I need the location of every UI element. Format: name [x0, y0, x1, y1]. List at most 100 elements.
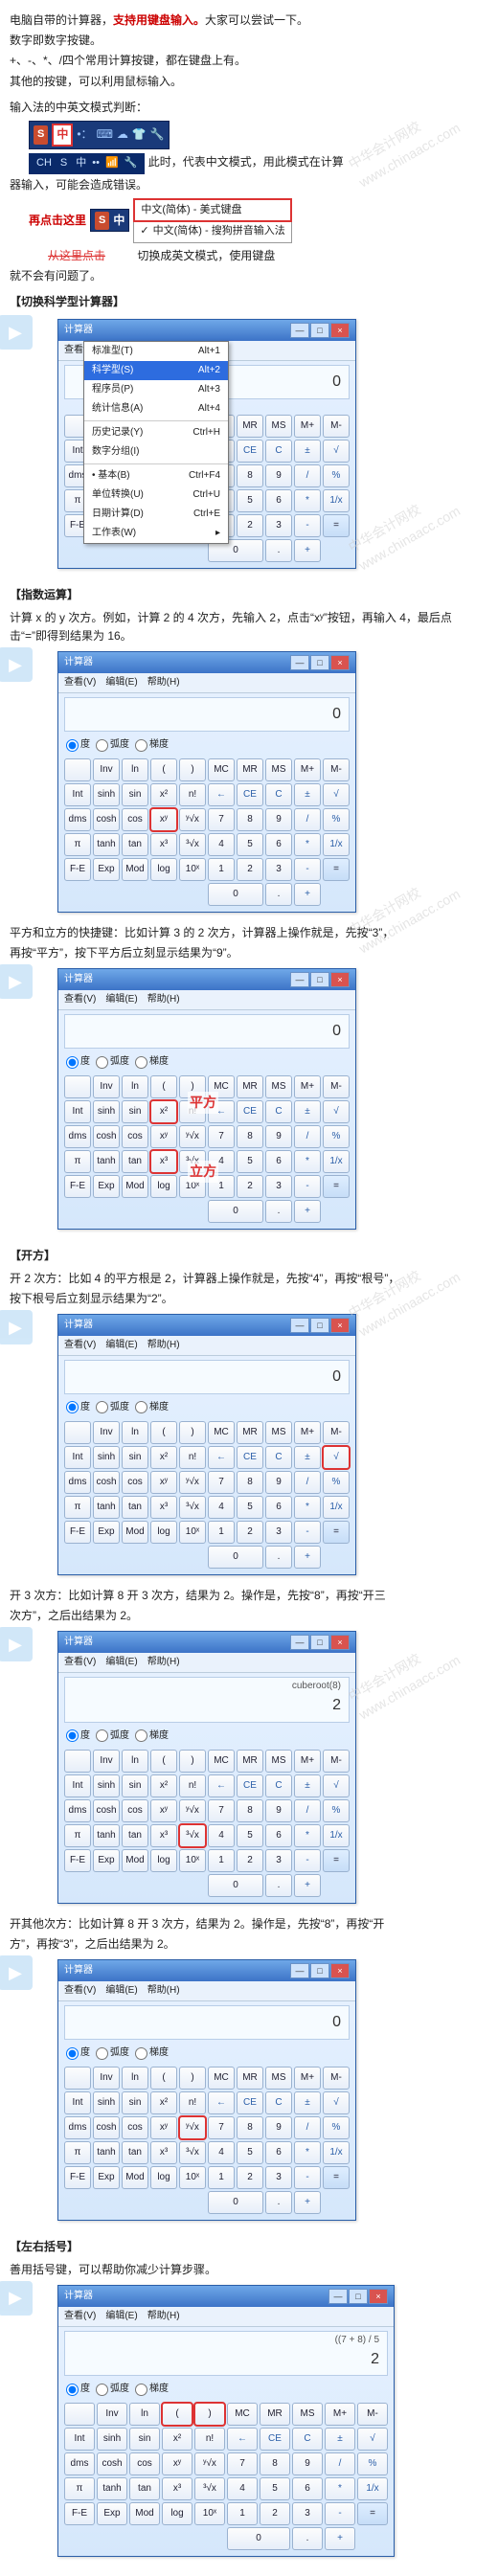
key-pct[interactable]: % — [323, 1471, 350, 1494]
key-7[interactable]: 7 — [208, 1799, 235, 1822]
key-add[interactable]: + — [294, 1200, 321, 1223]
key-ln[interactable]: ln — [122, 1421, 148, 1444]
key-bk[interactable]: ← — [208, 783, 235, 806]
key-Mp[interactable]: M+ — [294, 415, 321, 438]
key-8[interactable]: 8 — [237, 1471, 263, 1494]
key-x2[interactable]: x² — [150, 783, 177, 806]
key-MC[interactable]: MC — [227, 2403, 258, 2426]
key-tanh[interactable]: tanh — [93, 1496, 120, 1519]
key-MR[interactable]: MR — [237, 415, 263, 438]
key-inv[interactable]: 1/x — [323, 2141, 350, 2164]
key-sqrt[interactable]: √ — [323, 1100, 350, 1123]
key-tanh[interactable]: tanh — [93, 1824, 120, 1847]
key-FE[interactable]: F-E — [64, 1521, 91, 1544]
mode-grad-4[interactable]: 梯度 — [135, 1400, 169, 1415]
menu-help-2[interactable]: 帮助(H) — [147, 675, 180, 690]
key-x2[interactable]: x² — [150, 2091, 177, 2114]
key-eq[interactable]: = — [323, 514, 350, 537]
key-MS[interactable]: MS — [292, 2403, 323, 2426]
key-8[interactable]: 8 — [237, 1799, 263, 1822]
key-MS[interactable]: MS — [265, 2067, 292, 2090]
key-nf[interactable]: n! — [179, 783, 206, 806]
key-sub[interactable]: - — [294, 2166, 321, 2189]
vm-prog[interactable]: 程序员(P)Alt+3 — [84, 380, 228, 399]
key-cosh[interactable]: cosh — [93, 808, 120, 831]
key-5[interactable]: 5 — [237, 1824, 263, 1847]
menu-help-4[interactable]: 帮助(H) — [147, 1338, 180, 1353]
vm-basic[interactable]: • 基本(B)Ctrl+F4 — [84, 466, 228, 486]
key-ln[interactable]: ln — [122, 2067, 148, 2090]
max-button-5[interactable]: □ — [310, 1635, 329, 1650]
key-9[interactable]: 9 — [265, 1471, 292, 1494]
key-bk[interactable]: ← — [227, 2428, 258, 2451]
key-xy[interactable]: xʸ — [150, 2116, 177, 2139]
key-MS[interactable]: MS — [265, 758, 292, 781]
key-MR[interactable]: MR — [237, 1075, 263, 1098]
key-5[interactable]: 5 — [237, 1150, 263, 1173]
key-pi[interactable]: π — [64, 1150, 91, 1173]
key-sin[interactable]: sin — [129, 2428, 160, 2451]
menu-help-6[interactable]: 帮助(H) — [147, 1983, 180, 1999]
key-pi[interactable]: π — [64, 1824, 91, 1847]
key-lp[interactable]: ( — [150, 1421, 177, 1444]
key-cos[interactable]: cos — [122, 1125, 148, 1148]
key-6[interactable]: 6 — [265, 833, 292, 856]
key-sub[interactable]: - — [294, 1175, 321, 1198]
key-inv[interactable]: 1/x — [357, 2477, 388, 2500]
key-x3[interactable]: x³ — [162, 2477, 192, 2500]
vm-ws[interactable]: 工作表(W)▸ — [84, 524, 228, 543]
key-Exp[interactable]: Exp — [93, 1175, 120, 1198]
key-C[interactable]: C — [265, 1100, 292, 1123]
key-yx[interactable]: ʸ√x — [179, 2116, 206, 2139]
key-sinh[interactable]: sinh — [93, 1446, 120, 1469]
key-Mp[interactable]: M+ — [294, 1421, 321, 1444]
key-sqrt[interactable]: √ — [323, 440, 350, 463]
key-CE[interactable]: CE — [237, 440, 263, 463]
key-empty[interactable] — [64, 2067, 91, 2090]
key-Mod[interactable]: Mod — [122, 1175, 148, 1198]
key-rp[interactable]: ) — [179, 1750, 206, 1773]
key-sqrt[interactable]: √ — [323, 1774, 350, 1797]
key-pct[interactable]: % — [323, 808, 350, 831]
key-cosh[interactable]: cosh — [93, 1471, 120, 1494]
key-cosh[interactable]: cosh — [93, 1799, 120, 1822]
key-cosh[interactable]: cosh — [93, 2116, 120, 2139]
key-Mm[interactable]: M- — [323, 1750, 350, 1773]
key-mul[interactable]: * — [294, 1496, 321, 1519]
key-4[interactable]: 4 — [208, 1150, 235, 1173]
key-lp[interactable]: ( — [150, 1750, 177, 1773]
key-1[interactable]: 1 — [208, 1521, 235, 1544]
key-rp[interactable]: ) — [194, 2403, 225, 2426]
key-empty[interactable] — [64, 1421, 91, 1444]
close-button-6[interactable]: × — [330, 1963, 350, 1978]
key-ln[interactable]: ln — [122, 758, 148, 781]
key-CE[interactable]: CE — [237, 1774, 263, 1797]
menu-help-3[interactable]: 帮助(H) — [147, 992, 180, 1007]
lang-menu[interactable]: 中文(简体) - 美式键盘 ✓ 中文(简体) - 搜狗拼音输入法 — [133, 198, 291, 243]
key-2[interactable]: 2 — [237, 1175, 263, 1198]
min-button-7[interactable]: — — [328, 2289, 348, 2304]
vm-grp[interactable]: 数字分组(I) — [84, 442, 228, 462]
key-inv[interactable]: 1/x — [323, 1150, 350, 1173]
menu-view-6[interactable]: 查看(V) — [64, 1983, 96, 1999]
key-MC[interactable]: MC — [208, 1075, 235, 1098]
key-cbrt[interactable]: ³√x — [179, 1496, 206, 1519]
key-MS[interactable]: MS — [265, 1421, 292, 1444]
key-sin[interactable]: sin — [122, 2091, 148, 2114]
key-0[interactable]: 0 — [208, 1874, 263, 1897]
key-nf[interactable]: n! — [179, 2091, 206, 2114]
key-dms[interactable]: dms — [64, 1799, 91, 1822]
key-sqrt[interactable]: √ — [323, 2091, 350, 2114]
key-FE[interactable]: F-E — [64, 1849, 91, 1872]
vm-stat[interactable]: 统计信息(A)Alt+4 — [84, 399, 228, 418]
key-pct[interactable]: % — [323, 464, 350, 487]
key-yx[interactable]: ʸ√x — [179, 1125, 206, 1148]
key-Inv[interactable]: Inv — [93, 1750, 120, 1773]
key-eq[interactable]: = — [323, 1521, 350, 1544]
key-3[interactable]: 3 — [265, 514, 292, 537]
key-tan[interactable]: tan — [122, 2141, 148, 2164]
key-lp[interactable]: ( — [150, 1075, 177, 1098]
mode-deg-6[interactable]: 度 — [66, 2045, 90, 2061]
key-pm[interactable]: ± — [294, 2091, 321, 2114]
key-cos[interactable]: cos — [122, 2116, 148, 2139]
